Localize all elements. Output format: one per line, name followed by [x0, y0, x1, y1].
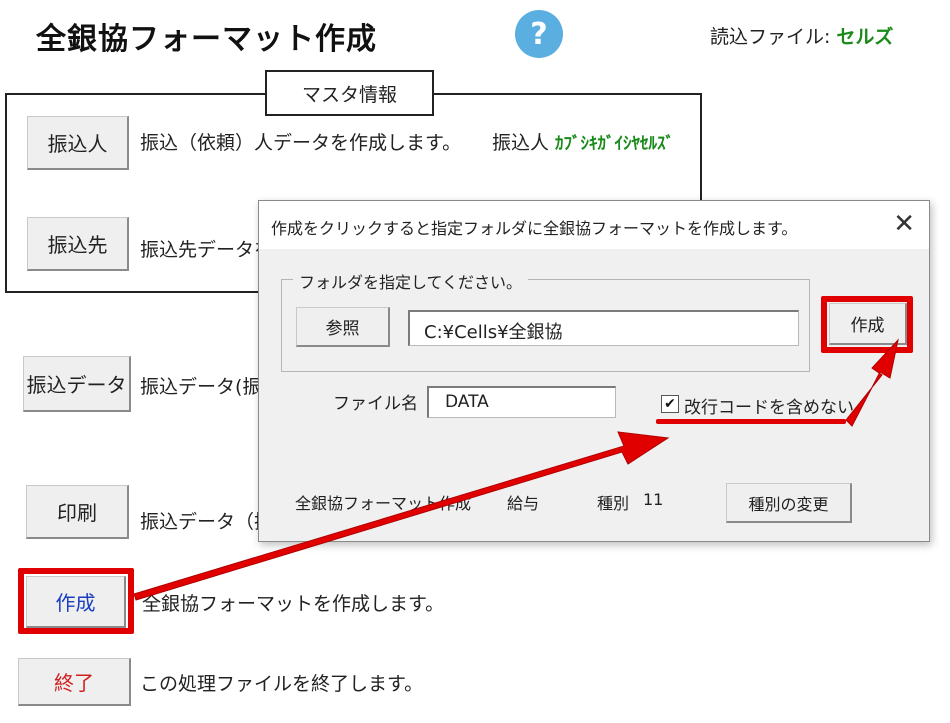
- arrow-to-create: [845, 338, 899, 427]
- arrow-to-checkbox: [133, 431, 670, 601]
- annotation-arrows: [133, 338, 899, 601]
